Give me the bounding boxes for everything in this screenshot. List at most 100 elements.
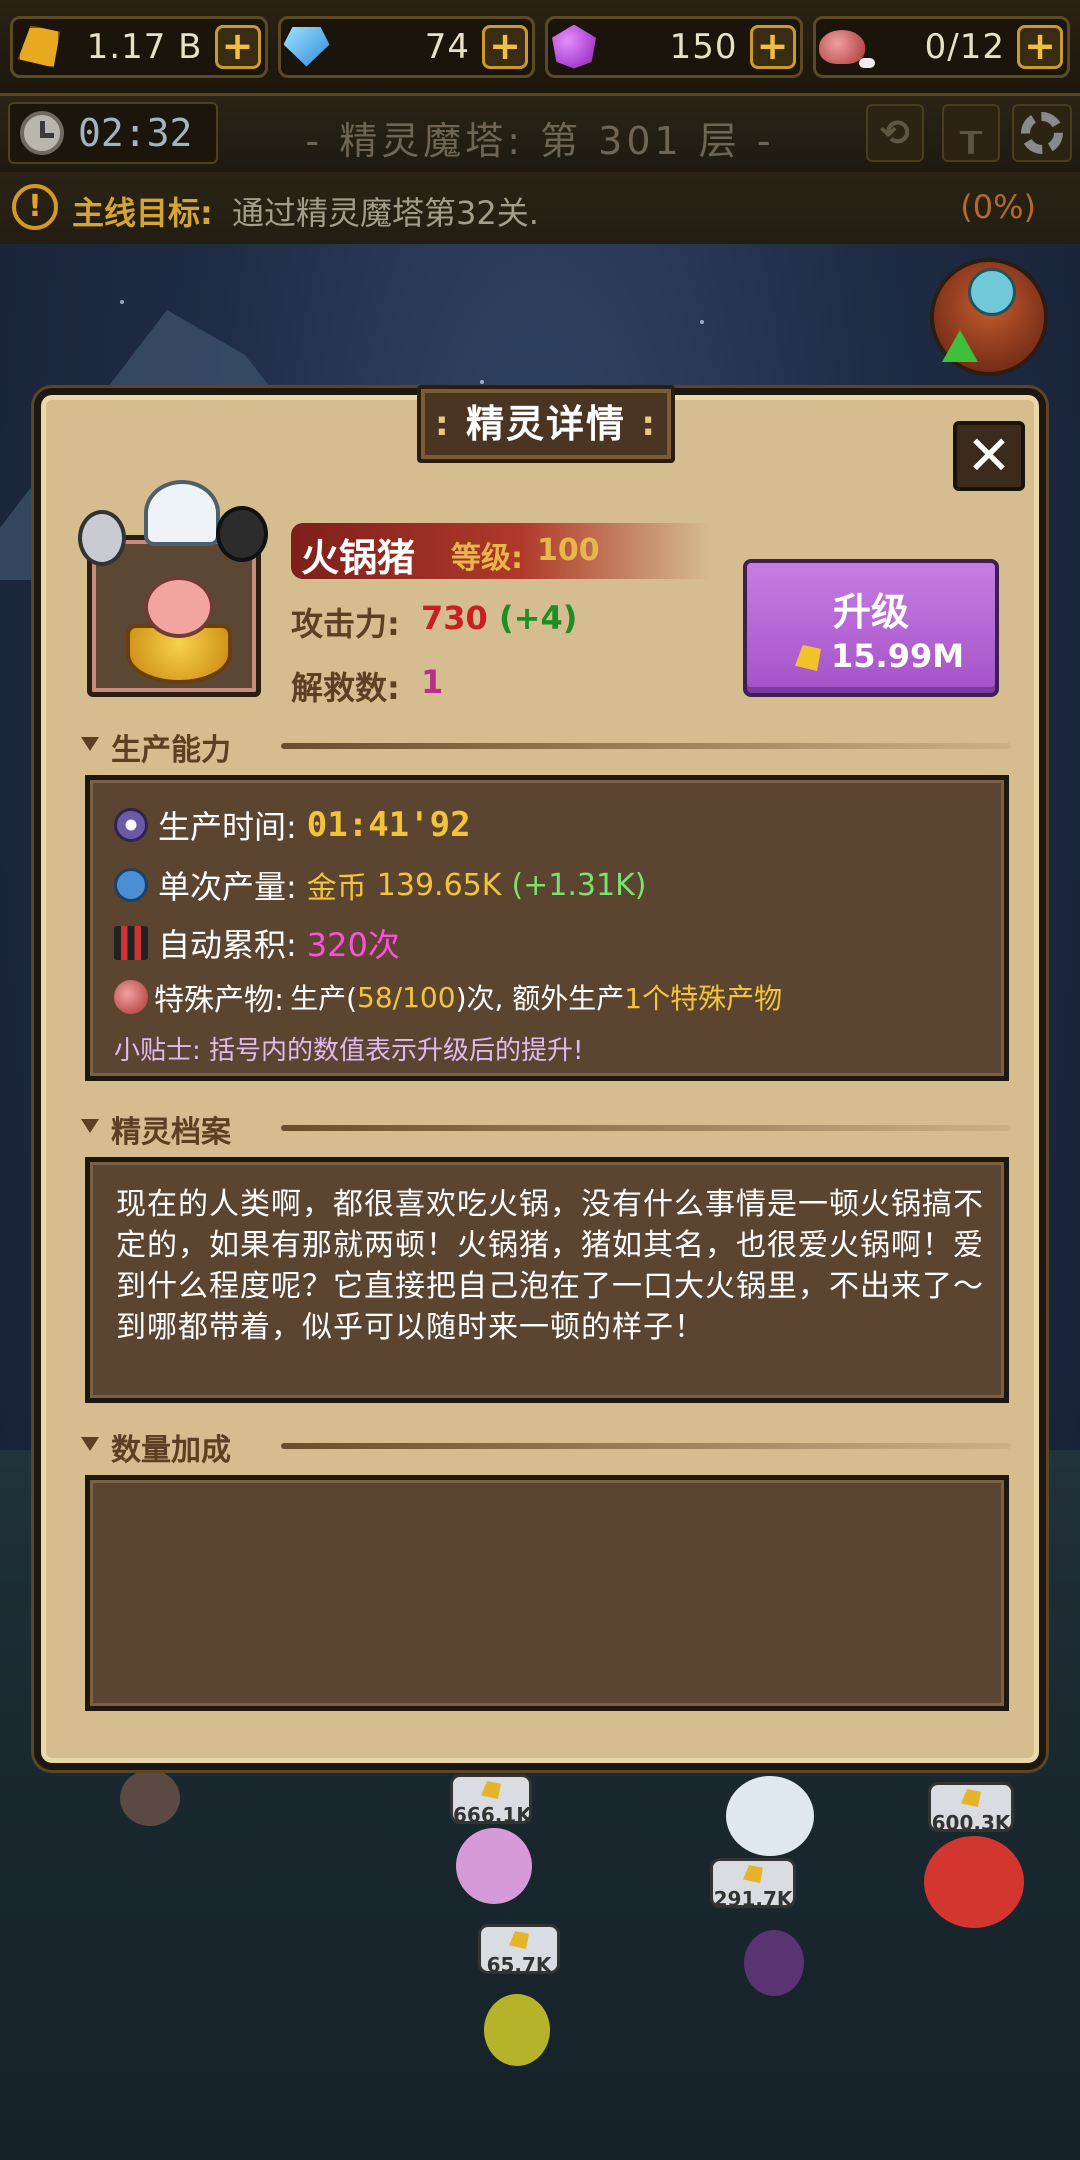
creature-plant[interactable]	[484, 1994, 550, 2066]
production-time-row: 生产时间: 01:41'92	[114, 802, 471, 848]
coin-bubble[interactable]: 600.3K	[928, 1782, 1014, 1835]
creature-heart[interactable]	[924, 1836, 1024, 1928]
add-gold-button[interactable]: +	[214, 24, 261, 69]
resource-bar: 1.17 B + 74 + 150 + 0/12 +	[0, 0, 1080, 96]
production-box: 生产时间: 01:41'92 单次产量: 金币 139.65K (+1.31K)…	[85, 775, 1009, 1081]
upgrade-price: 15.99M	[831, 637, 965, 675]
timer-text: 02:32	[78, 111, 193, 155]
collapse-triangle-icon	[81, 1119, 99, 1133]
profile-box: 现在的人类啊，都很喜欢吃火锅，没有什么事情是一顿火锅搞不定的，如果有那就两顿！火…	[85, 1157, 1009, 1403]
tip-text: 小贴士: 括号内的数值表示升级后的提升!	[114, 1036, 584, 1066]
profile-section-header[interactable]: 精灵档案	[81, 1107, 1011, 1150]
purple-gem-value: 150	[669, 26, 738, 67]
star-decoration	[480, 380, 484, 384]
quest-label: 主线目标:	[72, 194, 213, 232]
special-progress: 58/100	[357, 980, 456, 1014]
section-title: 数量加成	[111, 1433, 231, 1468]
clock-icon	[114, 808, 148, 842]
blue-diamond-icon	[279, 21, 335, 73]
attack-increase: (+4)	[499, 599, 578, 637]
special-product-row: 特殊产物: 生产(58/100)次, 额外生产 1个特殊产物	[114, 974, 782, 1020]
coin-bubble[interactable]: 65.7K	[478, 1924, 560, 1977]
coin-icon	[743, 1865, 763, 1883]
skill-icon[interactable]: ⟲	[866, 104, 924, 162]
rescue-value: 1	[421, 663, 444, 701]
coin-icon	[509, 1931, 529, 1949]
creature-snake[interactable]	[744, 1930, 804, 1996]
meat-icon	[114, 980, 148, 1014]
meat-icon	[814, 21, 875, 73]
alert-icon: !	[12, 184, 58, 230]
section-title: 生产能力	[111, 733, 231, 768]
floor-title: - 精灵魔塔: 第 301 层 -	[305, 119, 775, 163]
gold-value: 1.17 B	[86, 26, 203, 67]
special-extra: 1个特殊产物	[624, 982, 783, 1015]
add-diamond-button[interactable]: +	[482, 24, 528, 69]
coin-icon	[481, 1781, 501, 1799]
coin-bubble-value: 65.7K	[486, 1953, 552, 1977]
yield-label: 单次产量:	[158, 868, 297, 906]
gear-boost-icon	[114, 868, 148, 902]
close-button[interactable]: ✕	[953, 421, 1025, 491]
auto-value: 320次	[306, 926, 400, 964]
tool-icon[interactable]: ┰	[942, 104, 1000, 162]
yield-currency: 金币	[306, 871, 367, 906]
level-value: 100	[537, 533, 600, 568]
level-up-hero-icon[interactable]	[930, 258, 1048, 376]
level-label: 等级:	[451, 541, 523, 576]
section-title: 精灵档案	[111, 1115, 231, 1150]
upgrade-label: 升级	[832, 590, 909, 634]
coin-bubble-value: 291.7K	[713, 1887, 793, 1911]
auto-label: 自动累积:	[158, 926, 297, 964]
gold-resource: 1.17 B +	[10, 15, 268, 78]
meat-value: 0/12	[924, 26, 1005, 67]
bar-chart-icon	[114, 926, 148, 960]
gold-gem-icon	[11, 21, 67, 73]
special-prefix: 生产(	[290, 982, 358, 1015]
upgrade-button[interactable]: 升级 15.99M	[743, 559, 999, 697]
diamond-value: 74	[424, 26, 470, 67]
rescue-label: 解救数:	[291, 669, 400, 707]
sprite-name: 火锅猪	[301, 536, 416, 580]
purple-gem-icon	[546, 21, 602, 73]
dialog-title: 精灵详情	[417, 385, 675, 463]
gold-coin-icon	[795, 645, 821, 671]
coin-icon	[961, 1789, 981, 1807]
divider	[281, 1125, 1011, 1131]
pan-icon	[216, 506, 268, 562]
divider	[281, 743, 1011, 749]
floor-bar: 02:32 - 精灵魔塔: 第 301 层 - ⟲ ┰	[0, 96, 1080, 172]
add-meat-button[interactable]: +	[1017, 24, 1063, 69]
divider	[281, 1443, 1011, 1449]
ladle-icon	[78, 510, 126, 566]
coin-bubble[interactable]: 666.1K	[450, 1774, 532, 1827]
coin-bubble-value: 666.1K	[453, 1803, 532, 1827]
quest-progress: (0%)	[960, 188, 1036, 226]
diamond-resource: 74 +	[277, 15, 535, 78]
collapse-triangle-icon	[81, 737, 99, 751]
settings-gear-icon[interactable]	[1012, 104, 1072, 162]
coin-bubble[interactable]: 291.7K	[710, 1858, 796, 1911]
yield-value: 139.65K	[376, 867, 502, 903]
special-mid: )次, 额外生产	[455, 982, 625, 1015]
production-section-header[interactable]: 生产能力	[81, 725, 1011, 768]
time-value: 01:41'92	[306, 805, 471, 845]
profile-text: 现在的人类啊，都很喜欢吃火锅，没有什么事情是一顿火锅搞不定的，如果有那就两顿！火…	[116, 1187, 984, 1345]
creature-octopus[interactable]	[456, 1828, 532, 1904]
creature-ghost[interactable]	[726, 1776, 814, 1856]
meat-resource: 0/12 +	[812, 15, 1070, 78]
sprite-portrait	[78, 480, 268, 697]
pig-icon	[144, 576, 214, 638]
attack-label: 攻击力:	[291, 605, 400, 643]
yield-increase: (+1.31K)	[511, 867, 647, 903]
bonus-section-header[interactable]: 数量加成	[81, 1425, 1011, 1468]
sprite-detail-dialog: 精灵详情 ✕ 火锅猪 等级: 100 攻击力: 730 (+4) 解救数: 1 …	[34, 385, 1046, 1770]
main-quest-bar[interactable]: ! 主线目标: 通过精灵魔塔第32关. (0%)	[0, 172, 1080, 244]
star-decoration	[700, 320, 704, 324]
time-label: 生产时间:	[158, 808, 297, 846]
add-purple-gem-button[interactable]: +	[749, 24, 796, 69]
quest-text: 通过精灵魔塔第32关.	[232, 194, 539, 232]
timer-box: 02:32	[8, 102, 218, 164]
creature[interactable]	[120, 1770, 180, 1826]
attack-value: 730	[421, 599, 488, 637]
